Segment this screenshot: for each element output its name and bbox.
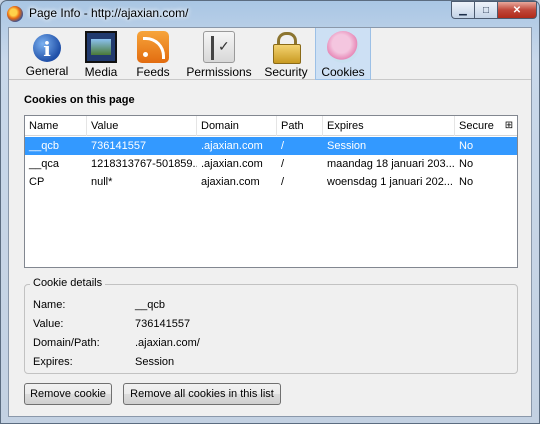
tab-feeds[interactable]: Feeds	[131, 28, 175, 80]
cookie-name: __qcb	[29, 140, 59, 152]
minimize-button[interactable]: ▁	[451, 1, 475, 19]
detail-expires-value: Session	[135, 356, 175, 368]
column-picker-icon[interactable]: ⊞	[501, 118, 517, 134]
tab-label: Cookies	[321, 65, 365, 79]
cookie-row[interactable]: __qcb 736141557 .ajaxian.com / Session N…	[25, 137, 517, 155]
cookie-secure: No	[459, 176, 474, 188]
detail-domain-value: .ajaxian.com/	[135, 337, 200, 349]
tab-label: General	[25, 64, 69, 78]
cookie-path: /	[281, 158, 285, 170]
detail-value-label: Value:	[33, 318, 64, 330]
detail-name-label: Name:	[33, 299, 66, 311]
close-icon: ✕	[512, 4, 522, 16]
cookie-expires: woensdag 1 januari 202...	[327, 176, 453, 188]
tab-cookies[interactable]: Cookies	[315, 28, 371, 80]
cookie-icon	[327, 31, 359, 63]
dialog-content: General Media Feeds Permissions Security…	[8, 27, 532, 417]
cookie-domain: ajaxian.com	[201, 176, 260, 188]
tab-general[interactable]: General	[23, 28, 71, 80]
column-header-name[interactable]: Name	[25, 116, 87, 136]
detail-name-value: __qcb	[135, 299, 165, 311]
padlock-icon	[270, 31, 302, 64]
cookie-value: null*	[91, 176, 113, 188]
cookie-row[interactable]: __qca 1218313767-501859... .ajaxian.com …	[25, 155, 517, 173]
rss-feed-icon	[137, 31, 169, 63]
tab-toolbar: General Media Feeds Permissions Security…	[9, 28, 531, 80]
tab-label: Media	[84, 65, 118, 79]
maximize-button[interactable]: □	[474, 1, 498, 19]
tab-label: Permissions	[186, 65, 252, 79]
cookie-details-group: Cookie details Name: __qcb Value: 736141…	[24, 277, 518, 374]
column-header-path[interactable]: Path	[277, 116, 323, 136]
cookie-value: 1218313767-501859...	[91, 158, 197, 170]
detail-expires-label: Expires:	[33, 356, 73, 368]
firefox-icon	[7, 6, 23, 22]
page-info-window: Page Info - http://ajaxian.com/ ▁ □ ✕ Ge…	[0, 0, 540, 424]
cookie-path: /	[281, 140, 285, 152]
cookie-domain: .ajaxian.com	[201, 140, 263, 152]
media-icon	[85, 31, 117, 63]
tab-security[interactable]: Security	[261, 28, 311, 80]
window-title: Page Info - http://ajaxian.com/	[29, 6, 189, 20]
cookie-row[interactable]: CP null* ajaxian.com / woensdag 1 januar…	[25, 173, 517, 191]
tab-media[interactable]: Media	[79, 28, 123, 80]
title-bar[interactable]: Page Info - http://ajaxian.com/ ▁ □ ✕	[1, 1, 539, 27]
cookies-list-header: Name Value Domain Path Expires Secure ⊞	[25, 116, 517, 136]
tab-permissions[interactable]: Permissions	[183, 28, 255, 80]
cookie-expires: maandag 18 januari 203...	[327, 158, 455, 170]
cookie-expires: Session	[327, 140, 367, 152]
cookie-name: __qca	[29, 158, 59, 170]
cookie-path: /	[281, 176, 285, 188]
detail-domain-label: Domain/Path:	[33, 337, 100, 349]
close-button[interactable]: ✕	[497, 1, 537, 19]
column-header-domain[interactable]: Domain	[197, 116, 277, 136]
maximize-icon: □	[482, 4, 490, 16]
cookie-secure: No	[459, 158, 474, 170]
column-header-value[interactable]: Value	[87, 116, 197, 136]
column-header-expires[interactable]: Expires	[323, 116, 455, 136]
minimize-icon: ▁	[459, 4, 467, 16]
cookie-secure: No	[459, 140, 474, 152]
general-info-icon	[25, 32, 61, 62]
cookie-name: CP	[29, 176, 45, 188]
remove-all-cookies-button[interactable]: Remove all cookies in this list	[123, 383, 281, 405]
detail-value-value: 736141557	[135, 318, 191, 330]
cookies-section-title: Cookies on this page	[24, 94, 135, 106]
cookie-details-legend: Cookie details	[30, 277, 106, 289]
tab-label: Security	[264, 65, 308, 79]
tab-label: Feeds	[136, 65, 170, 79]
cookie-value: 736141557	[91, 140, 147, 152]
column-header-secure[interactable]: Secure	[455, 116, 501, 136]
cookie-domain: .ajaxian.com	[201, 158, 263, 170]
permissions-icon	[203, 31, 235, 63]
cookies-list[interactable]: Name Value Domain Path Expires Secure ⊞ …	[24, 115, 518, 268]
remove-cookie-button[interactable]: Remove cookie	[24, 383, 112, 405]
